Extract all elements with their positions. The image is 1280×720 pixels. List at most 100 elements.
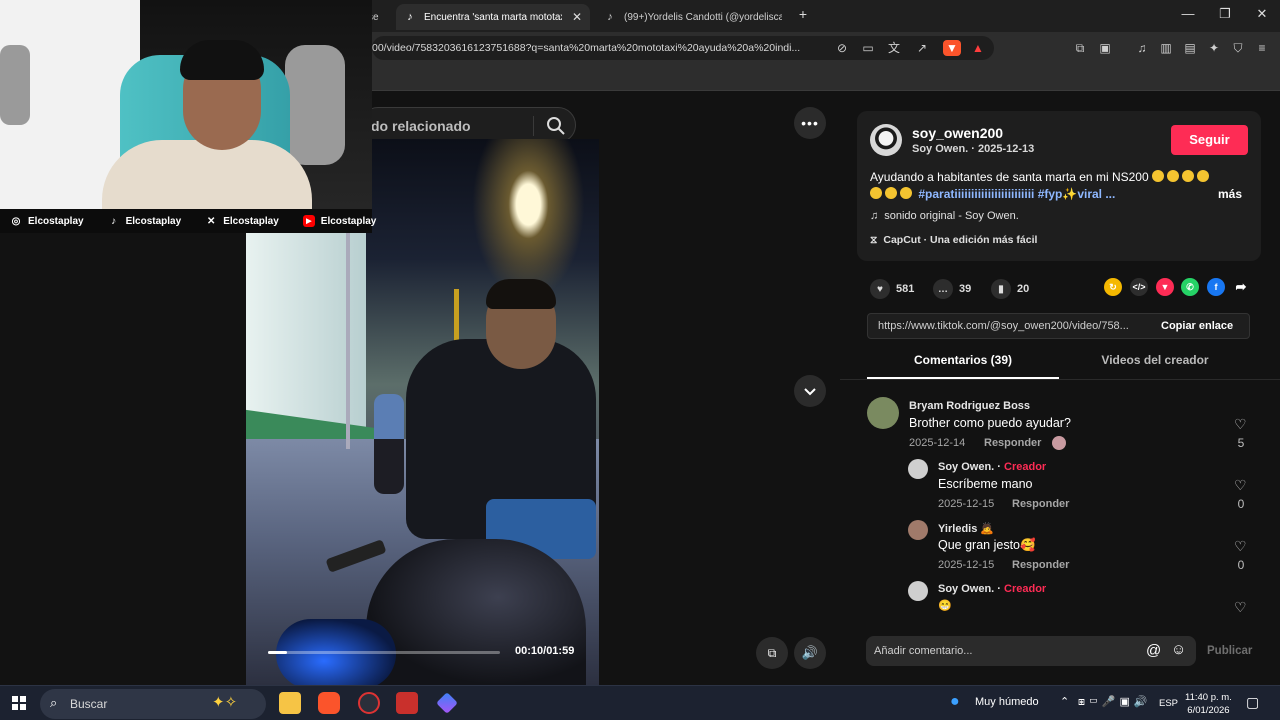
avatar[interactable] [867, 397, 899, 429]
embed-icon[interactable]: </> [1130, 278, 1148, 296]
video-link[interactable]: https://www.tiktok.com/@soy_owen200/vide… [878, 320, 1148, 332]
menu-icon[interactable]: ≡ [1254, 40, 1270, 56]
repost-icon[interactable]: ↻ [1104, 278, 1122, 296]
tiktok-icon: ♪ [407, 11, 413, 23]
creator-badge: Creador [1004, 583, 1047, 595]
obs-icon[interactable] [358, 692, 380, 714]
app-icon[interactable] [436, 692, 458, 714]
windows-taskbar: ⌕ Buscar ✦✧ ● Muy húmedo ⌃ ⧆▭🎤▣🔊 ESP 11:… [0, 685, 1280, 720]
author-username[interactable]: soy_owen200 [912, 125, 1003, 141]
browser-tab-yordelis[interactable]: ♪ (99+)Yordelis Candotti (@yordeliscan [596, 4, 792, 30]
new-tab-button[interactable]: + [788, 6, 818, 26]
music-icon[interactable]: ♫ [1134, 40, 1150, 56]
system-clock[interactable]: 11:40 p. m. 6/01/2026 [1185, 691, 1232, 717]
search-icon[interactable] [545, 115, 567, 137]
author-name: Soy Owen. [938, 461, 995, 473]
brave-shields-icon[interactable]: ▼ [943, 40, 961, 56]
weather-label[interactable]: Muy húmedo [975, 696, 1039, 708]
like-comment-icon[interactable]: ♡ [1234, 416, 1247, 433]
publish-button[interactable]: Publicar [1207, 645, 1252, 657]
video-progress-bar[interactable] [268, 651, 500, 654]
file-explorer-icon[interactable] [279, 692, 301, 714]
facebook-icon[interactable]: f [1207, 278, 1225, 296]
more-options-button[interactable]: ••• [794, 107, 826, 139]
search-box[interactable]: do relacionado [360, 107, 576, 143]
comment-like-count: 5 [1237, 436, 1245, 450]
extensions-icon[interactable]: ⧉ [1072, 40, 1088, 56]
more-description-button[interactable]: más [1218, 187, 1242, 201]
comment-input[interactable]: Añadir comentario... @ ☺ [866, 636, 1196, 666]
vpn-icon[interactable]: ⛉ [1230, 40, 1246, 56]
share-arrow-icon[interactable]: ➦ [1232, 278, 1250, 296]
url-text: 00/video/7583203616123751688?q=santa%20m… [372, 42, 801, 54]
brave-browser-icon[interactable] [318, 692, 340, 714]
whatsapp-icon[interactable]: ✆ [1181, 278, 1199, 296]
volume-button[interactable]: 🔊 [794, 637, 826, 669]
follow-button[interactable]: Seguir [1171, 125, 1248, 155]
description-text: Ayudando a habitantes de santa marta en … [870, 170, 1149, 184]
like-comment-icon[interactable]: ♡ [1234, 599, 1247, 616]
search-icon: ⌕ [50, 695, 58, 710]
share-page-icon[interactable]: ↗ [914, 40, 930, 56]
emoji-picker-icon[interactable]: ☺ [1171, 641, 1186, 658]
handle-label: Elcostaplay [28, 215, 84, 227]
pip-button[interactable]: ⧉ [756, 637, 788, 669]
comment-button[interactable]: … 39 [933, 279, 971, 299]
capcut-link[interactable]: ⧖ CapCut · Una edición más fácil [870, 234, 1037, 247]
sound-link[interactable]: ♫ sonido original - Soy Owen. [870, 210, 1019, 222]
close-tab-icon[interactable]: ✕ [572, 10, 582, 24]
reader-icon[interactable]: ⊘ [834, 40, 850, 56]
close-window-button[interactable]: ✕ [1247, 6, 1277, 26]
comment-author[interactable]: Soy Owen. · Creador [938, 461, 1046, 473]
browser-tab-active[interactable]: ♪ Encuentra 'santa marta mototaxi ✕ [396, 4, 590, 30]
sidebar-icon[interactable]: ▥ [1158, 40, 1174, 56]
webcam-chair-right [285, 45, 345, 165]
cast-icon[interactable]: ▭ [860, 40, 876, 56]
avatar[interactable] [908, 520, 928, 540]
brave-rewards-icon[interactable]: ▲ [970, 40, 986, 56]
capcut-icon: ⧖ [870, 234, 878, 246]
copy-link-button[interactable]: Copiar enlace [1161, 320, 1233, 332]
windows-start-icon[interactable] [12, 696, 26, 710]
tab-search-icon[interactable]: ▣ [1097, 40, 1113, 56]
maximize-button[interactable]: ❐ [1210, 6, 1240, 26]
hashtag-links[interactable]: #paratiiiiiiiiiiiiiiiiiiiiiiii #fyp✨vira… [918, 187, 1115, 201]
reply-button[interactable]: Responder [1012, 559, 1069, 571]
send-icon[interactable]: ▼ [1156, 278, 1174, 296]
search-input[interactable]: do relacionado [371, 118, 471, 134]
creator-badge: Creador [1004, 461, 1047, 473]
tray-icons[interactable]: ⧆▭🎤▣🔊 [1078, 695, 1152, 709]
tray-chevron-icon[interactable]: ⌃ [1060, 695, 1069, 708]
notifications-icon[interactable]: ▢ [1246, 694, 1259, 711]
tab-creator-videos[interactable]: Videos del creador [1059, 353, 1251, 379]
tab-comments[interactable]: Comentarios (39) [867, 353, 1059, 379]
taskbar-search-label: Buscar [70, 697, 108, 711]
comment-author[interactable]: Bryam Rodriguez Boss [909, 400, 1030, 412]
voicemeeter-icon[interactable] [396, 692, 418, 714]
comment-text: 😁 [938, 600, 952, 612]
comment-text: Escríbeme mano [938, 477, 1033, 491]
mention-icon[interactable]: @ [1146, 642, 1161, 659]
reply-button[interactable]: Responder [984, 437, 1041, 449]
avatar[interactable] [908, 459, 928, 479]
leo-ai-icon[interactable]: ✦ [1206, 40, 1222, 56]
avatar[interactable] [908, 581, 928, 601]
save-button[interactable]: ▮ 20 [991, 279, 1029, 299]
comment-author[interactable]: Yirledis 🙇 [938, 522, 994, 535]
like-comment-icon[interactable]: ♡ [1234, 538, 1247, 555]
music-note-icon: ♫ [870, 210, 879, 222]
wallet-icon[interactable]: ▤ [1182, 40, 1198, 56]
like-comment-icon[interactable]: ♡ [1234, 477, 1247, 494]
taskbar-search[interactable]: ⌕ Buscar ✦✧ [40, 689, 266, 719]
like-button[interactable]: ♥ 581 [870, 279, 914, 299]
minimize-button[interactable]: — [1173, 6, 1203, 26]
webcam-overlay [0, 0, 372, 209]
comment-author[interactable]: Soy Owen. · Creador [938, 583, 1046, 595]
avatar[interactable] [870, 124, 902, 156]
next-video-button[interactable] [794, 375, 826, 407]
reply-button[interactable]: Responder [1012, 498, 1069, 510]
language-indicator[interactable]: ESP [1159, 698, 1178, 709]
translate-icon[interactable]: 文 [886, 40, 902, 56]
tab-label: (99+)Yordelis Candotti (@yordeliscan [624, 11, 782, 23]
social-handle-x: ✕ Elcostaplay [205, 215, 279, 227]
